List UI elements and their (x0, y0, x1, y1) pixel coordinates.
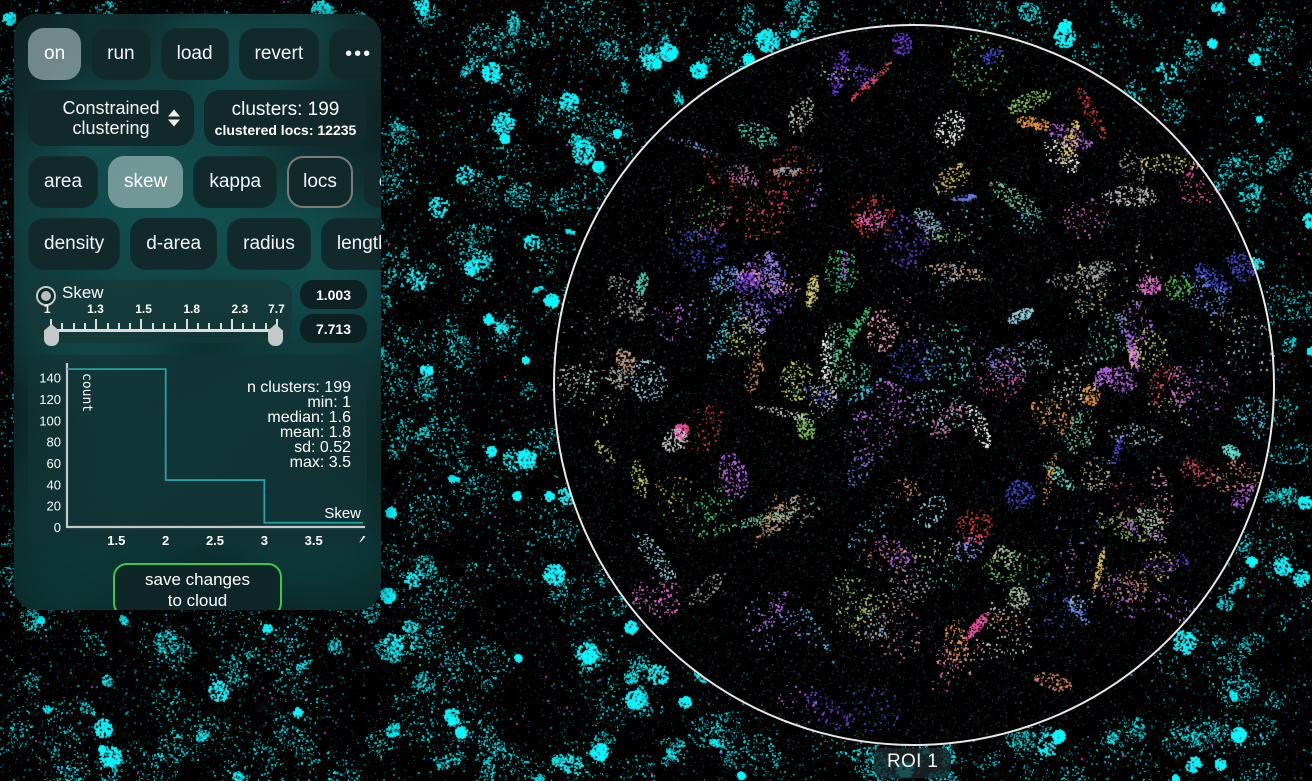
slider-title: Skew (62, 283, 104, 303)
svg-text:Skew: Skew (324, 505, 361, 522)
histogram-stat-line: max: 3.5 (290, 454, 351, 472)
save-line-1: save changes (145, 570, 250, 589)
clustering-control-panel: onrunloadrevert••• Constrained clusterin… (14, 14, 381, 610)
metric-button-circ[interactable]: circ (363, 156, 381, 208)
toolbar-button-run[interactable]: run (91, 28, 150, 80)
slider-track[interactable] (50, 329, 276, 332)
slider-tick-label: 1 (44, 302, 51, 316)
toolbar-button-on[interactable]: on (28, 28, 81, 80)
save-changes-to-cloud-button[interactable]: save changes to cloud (113, 563, 282, 610)
clusters-count: clusters: 199 (232, 99, 340, 121)
up-down-chevron-icon[interactable] (168, 110, 180, 127)
slider-tick-label: 2.3 (231, 302, 248, 316)
svg-text:20: 20 (47, 499, 61, 514)
toolbar-button-load[interactable]: load (161, 28, 229, 80)
range-max-value[interactable]: 7.713 (300, 314, 367, 343)
metric-button-locs[interactable]: locs (287, 156, 353, 208)
svg-text:60: 60 (47, 456, 61, 471)
metric-button-radius[interactable]: radius (227, 218, 311, 270)
slider-tick-label: 1.3 (87, 302, 104, 316)
skew-histogram[interactable]: 0204060801001201401.522.533.54countSkew … (28, 355, 367, 545)
metric-button-darea[interactable]: d-area (130, 218, 217, 270)
slider-tick-label: 1.8 (183, 302, 200, 316)
svg-text:80: 80 (47, 435, 61, 450)
mode-row: Constrained clustering clusters: 199 clu… (28, 90, 367, 146)
svg-text:3: 3 (261, 533, 268, 545)
range-filter-row: Skew 1 1.3 1.5 1.8 2.3 7.7 1.003 7.713 (28, 280, 367, 343)
metric-button-kappa[interactable]: kappa (193, 156, 277, 208)
clustered-locs-count: clustered locs: 12235 (215, 122, 357, 138)
svg-text:3.5: 3.5 (305, 533, 323, 545)
save-line-2: to cloud (168, 591, 228, 610)
svg-text:40: 40 (47, 477, 61, 492)
roi-label: ROI 1 (874, 748, 951, 778)
svg-text:1.5: 1.5 (107, 533, 125, 545)
metric-row-2: densityd-arearadiuslength (28, 218, 367, 270)
range-value-boxes: 1.003 7.713 (300, 280, 367, 343)
svg-text:2: 2 (162, 533, 169, 545)
slider-tick-labels: 1 1.3 1.5 1.8 2.3 7.7 (42, 302, 282, 316)
toolbar-button-revert[interactable]: revert (239, 28, 320, 80)
more-options-button[interactable]: ••• (329, 28, 381, 80)
metric-button-length[interactable]: length (321, 218, 381, 270)
cluster-stats-box: clusters: 199 clustered locs: 12235 (204, 90, 367, 146)
toolbar-row: onrunloadrevert••• (28, 28, 367, 80)
range-min-value[interactable]: 1.003 (300, 280, 367, 309)
svg-text:140: 140 (39, 371, 61, 386)
metric-button-area[interactable]: area (28, 156, 98, 208)
svg-text:0: 0 (54, 520, 61, 535)
metric-row-1: areaskewkappalocscirc (28, 156, 367, 208)
clustering-mode-dropdown[interactable]: Constrained clustering (28, 90, 194, 146)
save-row: save changes to cloud (28, 563, 367, 610)
svg-text:2.5: 2.5 (206, 533, 224, 545)
slider-tick-label: 1.5 (135, 302, 152, 316)
skew-range-slider[interactable]: Skew 1 1.3 1.5 1.8 2.3 7.7 (28, 280, 292, 343)
metric-button-density[interactable]: density (28, 218, 120, 270)
clustering-mode-value: Constrained clustering (52, 98, 170, 138)
svg-text:count: count (79, 373, 94, 412)
svg-text:100: 100 (39, 413, 61, 428)
svg-text:4: 4 (359, 533, 367, 545)
metric-button-skew[interactable]: skew (108, 156, 183, 208)
svg-text:120: 120 (39, 392, 61, 407)
slider-tick-label: 7.7 (268, 302, 285, 316)
